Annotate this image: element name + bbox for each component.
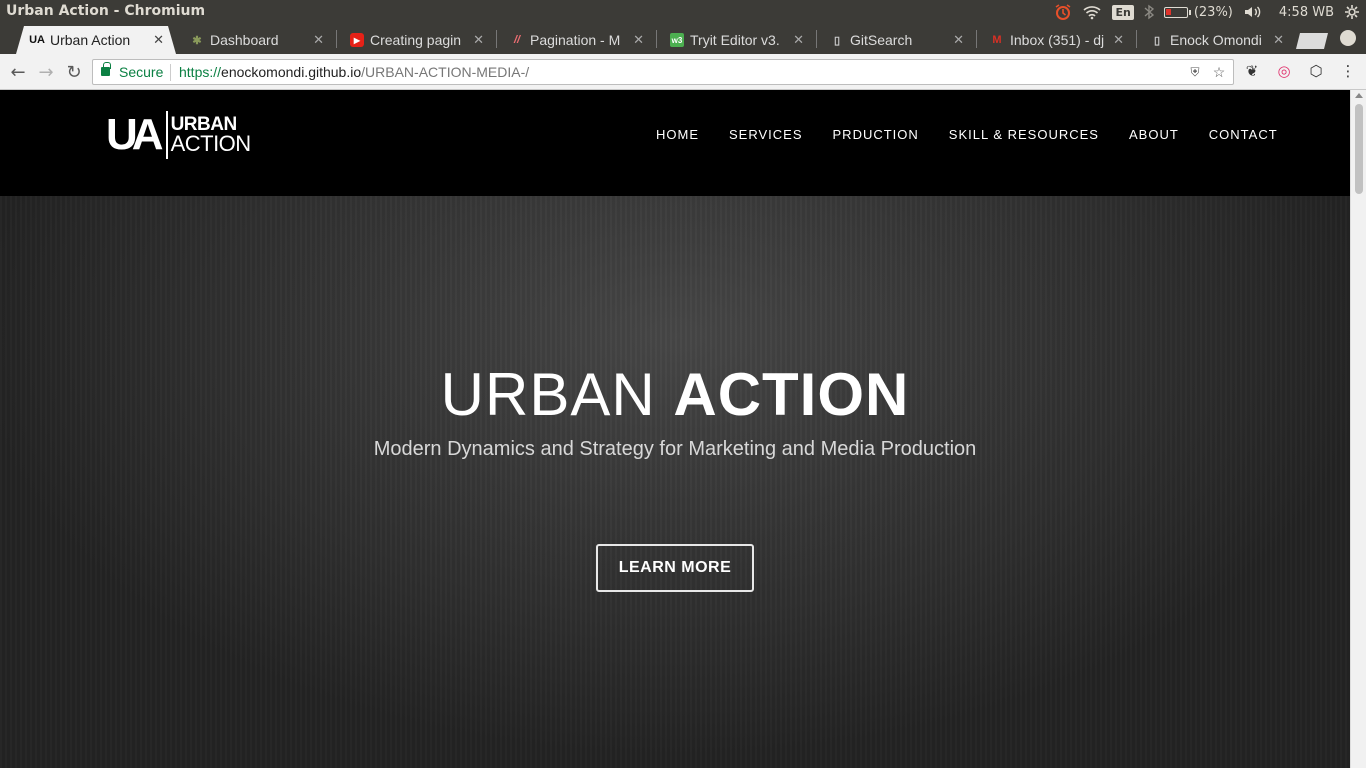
secure-label: Secure [119, 64, 164, 80]
hero-title: URBAN ACTION [0, 360, 1350, 429]
profile-icon[interactable] [1340, 30, 1356, 46]
nav-about[interactable]: ABOUT [1129, 127, 1179, 142]
hero-section: URBAN ACTION Modern Dynamics and Strateg… [0, 196, 1350, 768]
extension-camera-icon[interactable]: ◎ [1274, 61, 1294, 81]
url-path: /URBAN-ACTION-MEDIA-/ [361, 64, 530, 80]
forward-arrow-icon[interactable]: → [36, 62, 56, 83]
nav-home[interactable]: HOME [656, 127, 699, 142]
extension-cube-icon[interactable]: ⬡ [1306, 61, 1326, 81]
page-scrollbar[interactable] [1350, 90, 1366, 768]
palm-tree-favicon-icon: ✱ [192, 34, 202, 47]
shield-blocked-icon[interactable]: ⛨ [1187, 64, 1203, 80]
close-icon[interactable]: ✕ [313, 32, 324, 48]
logo-line-2: ACTION [170, 130, 252, 156]
tab-label: Enock Omondi [1170, 32, 1262, 48]
tab-label: Creating pagin [370, 32, 462, 48]
close-icon[interactable]: ✕ [1273, 32, 1284, 48]
logo-divider [165, 111, 168, 159]
learn-more-button[interactable]: LEARN MORE [596, 544, 754, 592]
youtube-favicon-icon: ▶ [350, 33, 364, 47]
battery-indicator[interactable]: (23%) [1163, 0, 1233, 24]
tab-tryit-editor[interactable]: w3 Tryit Editor v3. ✕ [656, 26, 816, 54]
hero-title-light: URBAN [440, 361, 674, 428]
document-favicon-icon: ▯ [1153, 34, 1161, 47]
tab-label: Inbox (351) - dj [1010, 32, 1105, 48]
tab-pagination-materialize[interactable]: // Pagination - M ✕ [496, 26, 656, 54]
address-bar[interactable]: Secure https://enockomondi.github.io/URB… [92, 59, 1234, 85]
hero-subtitle: Modern Dynamics and Strategy for Marketi… [373, 438, 977, 460]
battery-percent: (23%) [1193, 4, 1233, 20]
battery-icon [1163, 6, 1191, 18]
main-nav: HOME SERVICES PRDUCTION SKILL & RESOURCE… [656, 127, 1278, 142]
url-text[interactable]: https://enockomondi.github.io/URBAN-ACTI… [179, 64, 529, 80]
gmail-favicon-icon: M [992, 34, 1002, 46]
web-page: UA URBAN ACTION HOME SERVICES PRDUCTION … [0, 90, 1350, 768]
hero-texture [0, 196, 1350, 768]
system-indicators: En (23%) 4:58 WB [1054, 0, 1360, 24]
menu-kebab-icon[interactable]: ⋮ [1338, 61, 1358, 81]
os-top-bar: Urban Action - Chromium En (23%) 4:58 WB [0, 0, 1366, 24]
new-tab-button[interactable] [1296, 33, 1328, 49]
site-logo[interactable]: UA URBAN ACTION [106, 110, 276, 160]
tab-gitsearch[interactable]: ▯ GitSearch ✕ [816, 26, 976, 54]
url-scheme: https:// [179, 64, 222, 80]
tab-label: Tryit Editor v3. [690, 32, 780, 48]
browser-toolbar: ← → ↻ Secure https://enockomondi.github.… [0, 54, 1366, 90]
logo-mark: UA [106, 110, 164, 159]
wifi-icon[interactable] [1082, 0, 1102, 24]
keyboard-lang-label: En [1112, 4, 1134, 20]
tab-creating-pagination[interactable]: ▶ Creating pagin ✕ [336, 26, 496, 54]
url-host: enockomondi.github.io [221, 64, 362, 80]
tab-dashboard[interactable]: ✱ Dashboard ✕ [176, 26, 336, 54]
close-icon[interactable]: ✕ [473, 32, 484, 48]
materialize-favicon-icon: // [513, 34, 521, 46]
extension-paw-icon[interactable]: ❦ [1242, 61, 1262, 81]
nav-contact[interactable]: CONTACT [1209, 127, 1278, 142]
browser-tab-strip: UA Urban Action ✕ ✱ Dashboard ✕ ▶ Creati… [0, 24, 1366, 54]
scroll-up-arrow-icon[interactable] [1355, 93, 1363, 98]
nav-services[interactable]: SERVICES [729, 127, 803, 142]
alarm-clock-icon[interactable] [1054, 0, 1072, 24]
tab-label: Pagination - M [530, 32, 621, 48]
bluetooth-icon[interactable] [1144, 0, 1154, 24]
reload-icon[interactable]: ↻ [64, 62, 84, 83]
close-icon[interactable]: ✕ [633, 32, 644, 48]
close-icon[interactable]: ✕ [153, 32, 164, 48]
nav-skill-resources[interactable]: SKILL & RESOURCES [949, 127, 1099, 142]
star-bookmark-icon[interactable]: ☆ [1211, 64, 1227, 80]
tab-label: Urban Action [50, 32, 131, 48]
site-header: UA URBAN ACTION HOME SERVICES PRDUCTION … [0, 90, 1350, 196]
tab-label: Dashboard [210, 32, 279, 48]
close-icon[interactable]: ✕ [793, 32, 804, 48]
tab-inbox[interactable]: M Inbox (351) - dj ✕ [976, 26, 1136, 54]
gear-icon[interactable] [1344, 0, 1360, 24]
w3schools-favicon-icon: w3 [670, 33, 684, 47]
urban-action-favicon-icon: UA [29, 34, 45, 46]
tab-label: GitSearch [850, 32, 913, 48]
lock-icon [101, 62, 111, 76]
close-icon[interactable]: ✕ [1113, 32, 1124, 48]
tab-urban-action[interactable]: UA Urban Action ✕ [16, 26, 176, 54]
keyboard-layout-indicator[interactable]: En [1112, 0, 1134, 24]
scrollbar-thumb[interactable] [1355, 104, 1363, 194]
nav-production[interactable]: PRDUCTION [833, 127, 919, 142]
tab-enock-omondi[interactable]: ▯ Enock Omondi ✕ [1136, 26, 1296, 54]
window-title: Urban Action - Chromium [6, 3, 206, 19]
document-favicon-icon: ▯ [833, 34, 841, 47]
hero-title-bold: ACTION [673, 361, 910, 428]
logo-wordmark: URBAN ACTION [170, 115, 252, 156]
back-arrow-icon[interactable]: ← [8, 62, 28, 83]
volume-icon[interactable] [1243, 0, 1263, 24]
clock[interactable]: 4:58 WB [1279, 0, 1334, 24]
battery-level-fill [1165, 8, 1171, 15]
close-icon[interactable]: ✕ [953, 32, 964, 48]
omnibox-divider [170, 64, 171, 81]
